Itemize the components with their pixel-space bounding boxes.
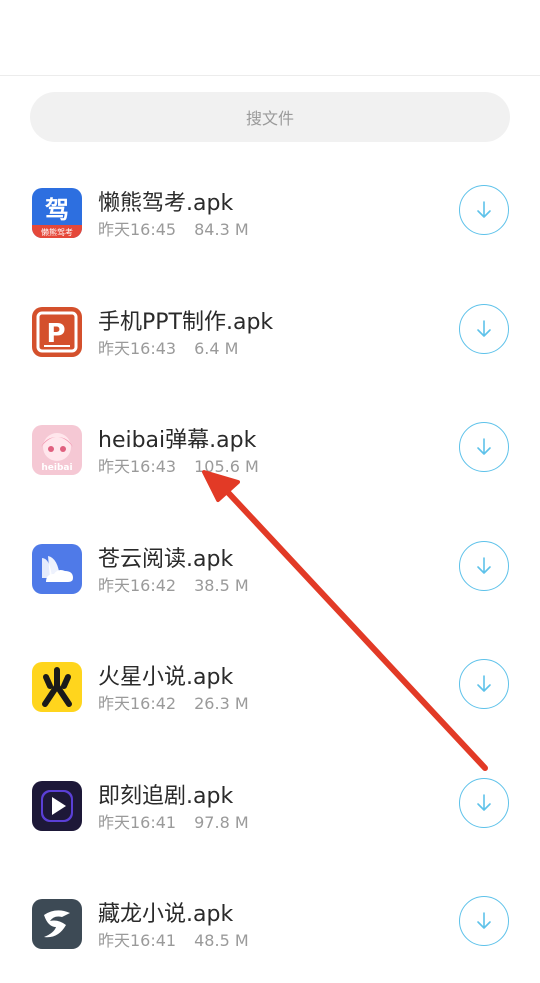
download-arrow-icon (477, 793, 491, 811)
file-size: 84.3 M (194, 220, 249, 239)
file-size: 38.5 M (194, 575, 249, 595)
svg-text:驾: 驾 (45, 196, 69, 224)
ppt-icon: P (32, 306, 82, 357)
download-button[interactable] (459, 540, 509, 591)
file-name: 即刻追剧.apk (98, 783, 234, 809)
download-arrow-icon (477, 201, 491, 218)
svg-text:heibai: heibai (41, 463, 72, 473)
svg-text:P: P (46, 319, 65, 349)
download-button[interactable] (459, 896, 509, 946)
download-arrow-icon (477, 556, 491, 574)
file-name: 苍云阅读.apk (98, 546, 234, 572)
file-meta: 昨天16:42 26.3 M (98, 690, 249, 714)
file-time: 昨天16:43 (98, 457, 177, 476)
search-input[interactable]: 搜文件 (30, 92, 510, 142)
lazy-bear-driving-icon: 驾 懒熊驾考 (32, 188, 82, 238)
file-time: 昨天16:43 (98, 338, 177, 358)
download-arrow-icon (477, 438, 491, 455)
file-size: 6.4 M (194, 338, 239, 358)
svg-text:懒熊驾考: 懒熊驾考 (41, 227, 73, 237)
download-arrow-icon (477, 912, 491, 929)
list-item[interactable]: 藏龙小说.apk 昨天16:41 48.5 M (0, 864, 540, 983)
download-button[interactable] (459, 422, 509, 472)
download-arrow-icon (477, 675, 491, 692)
file-time: 昨天16:42 (98, 575, 177, 595)
download-button[interactable] (459, 303, 509, 354)
file-time: 昨天16:45 (98, 220, 177, 239)
file-size: 105.6 M (194, 457, 259, 476)
file-meta: 昨天16:41 48.5 M (98, 927, 249, 951)
download-button[interactable] (459, 777, 509, 828)
file-meta: 昨天16:43 6.4 M (98, 335, 238, 359)
file-name: heibai弹幕.apk (98, 428, 257, 453)
file-meta: 昨天16:45 84.3 M (98, 216, 249, 240)
file-name: 藏龙小说.apk (98, 902, 234, 927)
list-item[interactable]: heibai heibai弹幕.apk 昨天16:43 105.6 M (0, 390, 540, 509)
download-arrow-icon (477, 319, 491, 337)
list-item[interactable]: 驾 懒熊驾考 懒熊驾考.apk 昨天16:45 84.3 M (0, 153, 540, 272)
anime-girl-icon: heibai (32, 425, 82, 475)
file-size: 97.8 M (194, 812, 249, 832)
file-list: 驾 懒熊驾考 懒熊驾考.apk 昨天16:45 84.3 M P 手机PPT制作.… (0, 153, 540, 983)
file-meta: 昨天16:41 97.8 M (98, 809, 249, 833)
cloud-reading-icon (32, 543, 82, 594)
file-size: 26.3 M (194, 694, 249, 713)
file-size: 48.5 M (194, 931, 249, 950)
download-button[interactable] (459, 185, 509, 235)
file-time: 昨天16:42 (98, 694, 177, 713)
search-placeholder: 搜文件 (245, 109, 294, 128)
list-item[interactable]: 即刻追剧.apk 昨天16:41 97.8 M (0, 746, 540, 865)
list-item[interactable]: P 手机PPT制作.apk 昨天16:43 6.4 M (0, 272, 540, 391)
file-name: 手机PPT制作.apk (98, 309, 274, 335)
download-button[interactable] (459, 659, 509, 709)
file-name: 懒熊驾考.apk (98, 191, 234, 216)
file-meta: 昨天16:42 38.5 M (98, 572, 249, 596)
list-item[interactable]: 火星小说.apk 昨天16:42 26.3 M (0, 627, 540, 746)
file-meta: 昨天16:43 105.6 M (98, 453, 259, 477)
play-icon (32, 780, 82, 831)
file-time: 昨天16:41 (98, 931, 177, 950)
file-name: 火星小说.apk (98, 665, 234, 690)
top-bar (0, 0, 540, 76)
list-item[interactable]: 苍云阅读.apk 昨天16:42 38.5 M (0, 509, 540, 628)
file-time: 昨天16:41 (98, 812, 177, 832)
mars-novel-icon (32, 662, 82, 712)
dragon-novel-icon (32, 899, 82, 949)
